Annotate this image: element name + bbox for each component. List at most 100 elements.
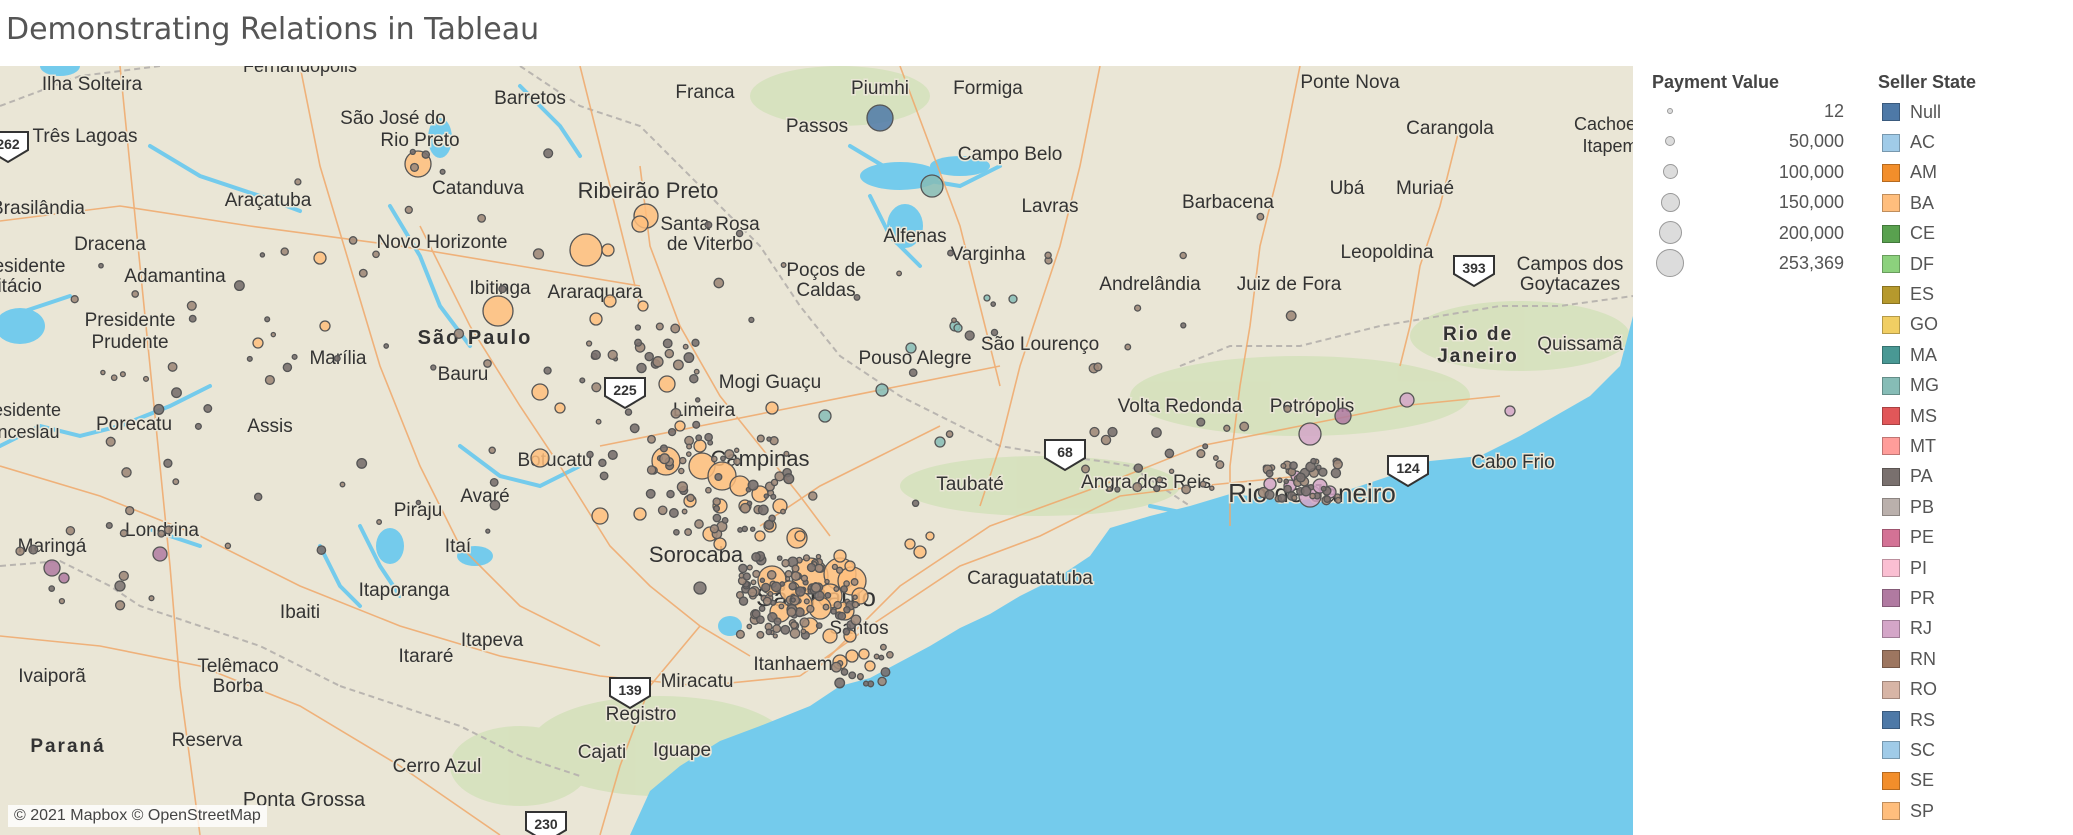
data-point[interactable]: [765, 401, 779, 415]
data-point[interactable]: [624, 408, 633, 416]
data-point[interactable]: [856, 672, 864, 681]
data-point[interactable]: [678, 467, 685, 475]
payment-legend-item[interactable]: 200,000: [1652, 219, 1852, 249]
data-point[interactable]: [488, 446, 496, 455]
data-point[interactable]: [1114, 486, 1121, 493]
seller-legend-item-pe[interactable]: PE: [1878, 522, 2058, 552]
data-point[interactable]: [1212, 455, 1219, 461]
data-point[interactable]: [784, 570, 793, 578]
data-point[interactable]: [873, 653, 880, 660]
data-point[interactable]: [114, 580, 126, 592]
seller-legend-item-sc[interactable]: SC: [1878, 735, 2058, 765]
data-point[interactable]: [840, 585, 848, 593]
data-point[interactable]: [1133, 304, 1142, 312]
data-point[interactable]: [1298, 422, 1322, 446]
data-point[interactable]: [758, 605, 766, 612]
data-point[interactable]: [783, 450, 790, 457]
data-point[interactable]: [763, 493, 770, 499]
data-point[interactable]: [591, 507, 609, 525]
data-point[interactable]: [1320, 485, 1327, 492]
data-point[interactable]: [904, 538, 916, 550]
data-point[interactable]: [766, 570, 777, 580]
data-point[interactable]: [131, 290, 140, 298]
data-point[interactable]: [822, 603, 830, 611]
data-point[interactable]: [43, 559, 61, 577]
map-canvas[interactable]: 225 68 124 393 139 230 262 Fernandópolis Ilha S…: [0, 66, 1633, 835]
data-point[interactable]: [879, 643, 887, 651]
data-point[interactable]: [733, 447, 740, 454]
data-point[interactable]: [531, 383, 549, 401]
data-point[interactable]: [1277, 493, 1287, 503]
data-point[interactable]: [631, 215, 649, 233]
data-point[interactable]: [673, 528, 680, 536]
data-point[interactable]: [203, 404, 213, 413]
data-point[interactable]: [1265, 469, 1274, 478]
data-point[interactable]: [729, 475, 751, 497]
seller-legend-item-mg[interactable]: MG: [1878, 371, 2058, 401]
data-point[interactable]: [1276, 477, 1283, 484]
data-point[interactable]: [767, 590, 774, 597]
data-point[interactable]: [713, 277, 725, 289]
data-point[interactable]: [721, 516, 729, 524]
data-point[interactable]: [850, 578, 859, 586]
data-point[interactable]: [772, 624, 782, 634]
data-point[interactable]: [489, 477, 499, 487]
data-point[interactable]: [951, 317, 957, 324]
seller-legend-item-pa[interactable]: PA: [1878, 462, 2058, 492]
data-point[interactable]: [647, 434, 656, 444]
data-point[interactable]: [543, 366, 552, 375]
data-point[interactable]: [752, 569, 761, 578]
data-point[interactable]: [682, 343, 689, 350]
data-point[interactable]: [270, 331, 277, 338]
data-point[interactable]: [1124, 343, 1132, 351]
data-point[interactable]: [704, 432, 713, 442]
data-point[interactable]: [818, 409, 832, 423]
data-point[interactable]: [705, 486, 712, 494]
data-point[interactable]: [990, 328, 999, 337]
data-point[interactable]: [1504, 405, 1516, 417]
data-point[interactable]: [110, 374, 118, 382]
data-point[interactable]: [834, 677, 846, 689]
data-point[interactable]: [1202, 443, 1209, 450]
data-point[interactable]: [742, 572, 751, 581]
data-point[interactable]: [1289, 461, 1298, 470]
data-point[interactable]: [983, 294, 991, 302]
data-point[interactable]: [376, 519, 383, 525]
seller-legend-item-ce[interactable]: CE: [1878, 219, 2058, 249]
data-point[interactable]: [264, 316, 271, 323]
payment-legend-item[interactable]: 100,000: [1652, 158, 1852, 188]
data-point[interactable]: [714, 472, 723, 482]
data-point[interactable]: [646, 465, 657, 475]
data-point[interactable]: [633, 507, 647, 521]
data-point[interactable]: [713, 537, 727, 551]
payment-legend-item[interactable]: 12: [1652, 97, 1852, 127]
data-point[interactable]: [667, 427, 677, 437]
data-point[interactable]: [837, 611, 847, 621]
data-point[interactable]: [98, 262, 104, 269]
payment-legend-item[interactable]: 50,000: [1652, 127, 1852, 157]
seller-legend-item-null[interactable]: Null: [1878, 97, 2058, 127]
data-point[interactable]: [739, 502, 751, 514]
data-point[interactable]: [70, 295, 79, 304]
data-point[interactable]: [224, 542, 232, 550]
data-point[interactable]: [1280, 462, 1287, 469]
data-point[interactable]: [153, 403, 165, 415]
data-point[interactable]: [644, 351, 654, 362]
data-point[interactable]: [778, 603, 785, 610]
data-point[interactable]: [253, 492, 263, 502]
data-point[interactable]: [781, 558, 790, 568]
data-point[interactable]: [750, 579, 757, 586]
data-point[interactable]: [1156, 476, 1164, 484]
data-point[interactable]: [171, 387, 182, 399]
data-point[interactable]: [694, 397, 701, 403]
data-point[interactable]: [756, 630, 765, 639]
data-point[interactable]: [689, 373, 699, 384]
data-point[interactable]: [947, 249, 954, 257]
data-point[interactable]: [835, 566, 844, 574]
data-point[interactable]: [1310, 457, 1317, 465]
data-point[interactable]: [1164, 448, 1175, 459]
data-point[interactable]: [591, 382, 602, 393]
data-point[interactable]: [554, 402, 566, 414]
data-point[interactable]: [670, 407, 682, 419]
data-point[interactable]: [877, 676, 887, 687]
